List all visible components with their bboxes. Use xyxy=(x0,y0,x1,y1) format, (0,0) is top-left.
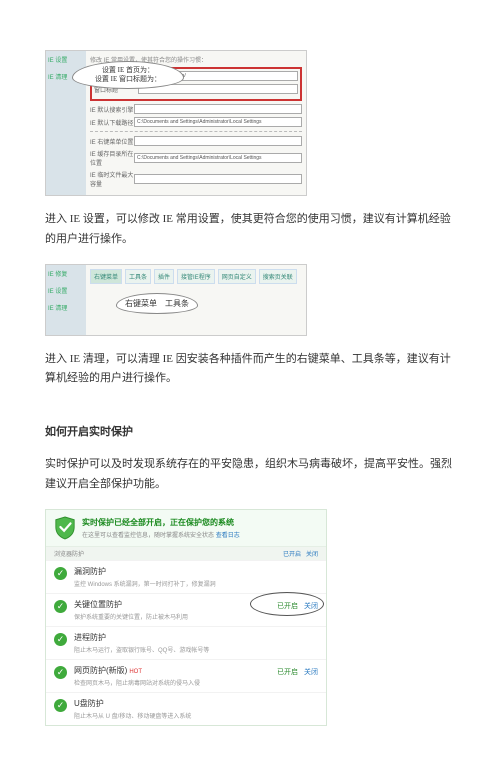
row-label: IE 临时文件最大容量 xyxy=(90,170,134,188)
callout-bubble: 设置 IE 首页为： 设置 IE 窗口标题为： xyxy=(72,61,184,89)
row-label: IE 右键菜单位置 xyxy=(90,137,134,146)
protect-item-name: 进程防护 xyxy=(74,632,318,643)
paragraph-ie-settings: 进入 IE 设置，可以修改 IE 常用设置，使其更符合您的使用习惯，建议有计算机… xyxy=(45,210,455,250)
callout-text: 工具条 xyxy=(165,299,189,308)
row-label: IE 缓存目录所在位置 xyxy=(90,149,134,167)
tab[interactable]: 接管IE程序 xyxy=(177,269,215,284)
check-icon: ✓ xyxy=(54,699,67,712)
protect-item-desc: 阻止木马从 U 盘/移动、移动硬盘等进入系统 xyxy=(74,711,318,720)
paragraph-realtime: 实时保护可以及时发现系统存在的平安隐患，组织木马病毒破坏，提高平安性。强烈建议开… xyxy=(45,455,455,495)
check-icon: ✓ xyxy=(54,567,67,580)
row-input[interactable]: C:\Documents and Settings\Administrator\… xyxy=(134,153,302,163)
protect-item-desc: 监控 Windows 系统漏洞，第一时间打补丁，修复漏洞 xyxy=(74,579,318,588)
action-off[interactable]: 关闭 xyxy=(304,603,318,610)
protect-section-label: 浏览器防护 xyxy=(54,549,84,558)
status-on: 已开启 xyxy=(277,669,298,676)
sidebar-item[interactable]: IE 修复 xyxy=(48,269,84,278)
paragraph-ie-clean: 进入 IE 清理，可以清理 IE 因安装各种插件而产生的右键菜单、工具条等，建议… xyxy=(45,350,455,390)
row-input[interactable] xyxy=(134,174,302,184)
check-icon: ✓ xyxy=(54,600,67,613)
tab[interactable]: 工具条 xyxy=(125,269,151,284)
tab[interactable]: 右键菜单 xyxy=(90,269,122,284)
action-off[interactable]: 关闭 xyxy=(306,552,318,558)
row-label: IE 默认下载路径 xyxy=(90,118,134,127)
sidebar-item[interactable]: IE 设置 xyxy=(48,286,84,295)
realtime-protect-screenshot: 实时保护已经全部开启，正在保护您的系统 在这里可以查看监控信息，随时掌握系统安全… xyxy=(45,509,327,726)
ie-clean-sidebar: IE 修复 IE 设置 IE 清理 xyxy=(46,265,86,335)
protect-item-name-text: 网页防护(新版) xyxy=(74,666,127,675)
protect-title: 实时保护已经全部开启，正在保护您的系统 xyxy=(82,517,240,528)
tab[interactable]: 网页自定义 xyxy=(218,269,256,284)
tab[interactable]: 搜索页关联 xyxy=(259,269,297,284)
protect-item: ✓ 进程防护 阻止木马运行，盗取银行账号、QQ号、游戏帐号等 xyxy=(46,626,326,659)
row-input[interactable] xyxy=(134,104,302,114)
protect-item-name: 漏洞防护 xyxy=(74,566,318,577)
row-label: IE 默认搜索引擎 xyxy=(90,105,134,114)
sidebar-item[interactable]: IE 清理 xyxy=(48,303,84,312)
ie-clean-tabs: 右键菜单 工具条 插件 接管IE程序 网页自定义 搜索页关联 xyxy=(90,269,302,284)
status-on: 已开启 xyxy=(283,552,301,558)
status-on: 已开启 xyxy=(277,603,298,610)
protect-header: 实时保护已经全部开启，正在保护您的系统 在这里可以查看监控信息，随时掌握系统安全… xyxy=(46,510,326,547)
row-input[interactable] xyxy=(134,136,302,146)
action-off[interactable]: 关闭 xyxy=(304,669,318,676)
section-heading: 如何开启实时保护 xyxy=(45,423,455,439)
protect-item-desc: 保护系统重要的关键位置，防止被木马利用 xyxy=(74,612,318,621)
callout-line: 设置 IE 首页为： xyxy=(79,66,177,75)
tab[interactable]: 插件 xyxy=(154,269,174,284)
callout-text: 右键菜单 xyxy=(125,299,157,308)
callout-bubble: 右键菜单 工具条 xyxy=(116,293,198,314)
protect-item-name: U盘防护 xyxy=(74,698,318,709)
row-input[interactable]: C:\Documents and Settings\Administrator\… xyxy=(134,117,302,127)
callout-line: 设置 IE 窗口标题为： xyxy=(79,75,177,84)
hot-badge: HOT xyxy=(129,669,142,675)
check-icon: ✓ xyxy=(54,666,67,679)
protect-item: ✓ 网页防护(新版)HOT 检查网页木马，阻止病毒网站对系统的侵马入侵 已开启 … xyxy=(46,659,326,692)
protect-item-desc: 检查网页木马，阻止病毒网站对系统的侵马入侵 xyxy=(74,678,318,687)
sidebar-item[interactable]: IE 设置 xyxy=(48,55,84,64)
shield-icon xyxy=(54,516,76,540)
view-log-link[interactable]: 查看日志 xyxy=(216,533,240,539)
protect-item: ✓ 关键位置防护 保护系统重要的关键位置，防止被木马利用 已开启 关闭 xyxy=(46,593,326,626)
ie-settings-screenshot: IE 设置 IE 清理 修改 IE 常用设置，使其符合您的操作习惯： IE 首页… xyxy=(45,50,307,196)
protect-item: ✓ 漏洞防护 监控 Windows 系统漏洞，第一时间打补丁，修复漏洞 xyxy=(46,560,326,593)
protect-subtitle: 在这里可以查看监控信息，随时掌握系统安全状态 xyxy=(82,533,214,539)
ie-clean-screenshot: IE 修复 IE 设置 IE 清理 右键菜单 工具条 插件 接管IE程序 网页自… xyxy=(45,264,307,336)
protect-item-desc: 阻止木马运行，盗取银行账号、QQ号、游戏帐号等 xyxy=(74,645,318,654)
protect-item: ✓ U盘防护 阻止木马从 U 盘/移动、移动硬盘等进入系统 xyxy=(46,692,326,725)
check-icon: ✓ xyxy=(54,633,67,646)
